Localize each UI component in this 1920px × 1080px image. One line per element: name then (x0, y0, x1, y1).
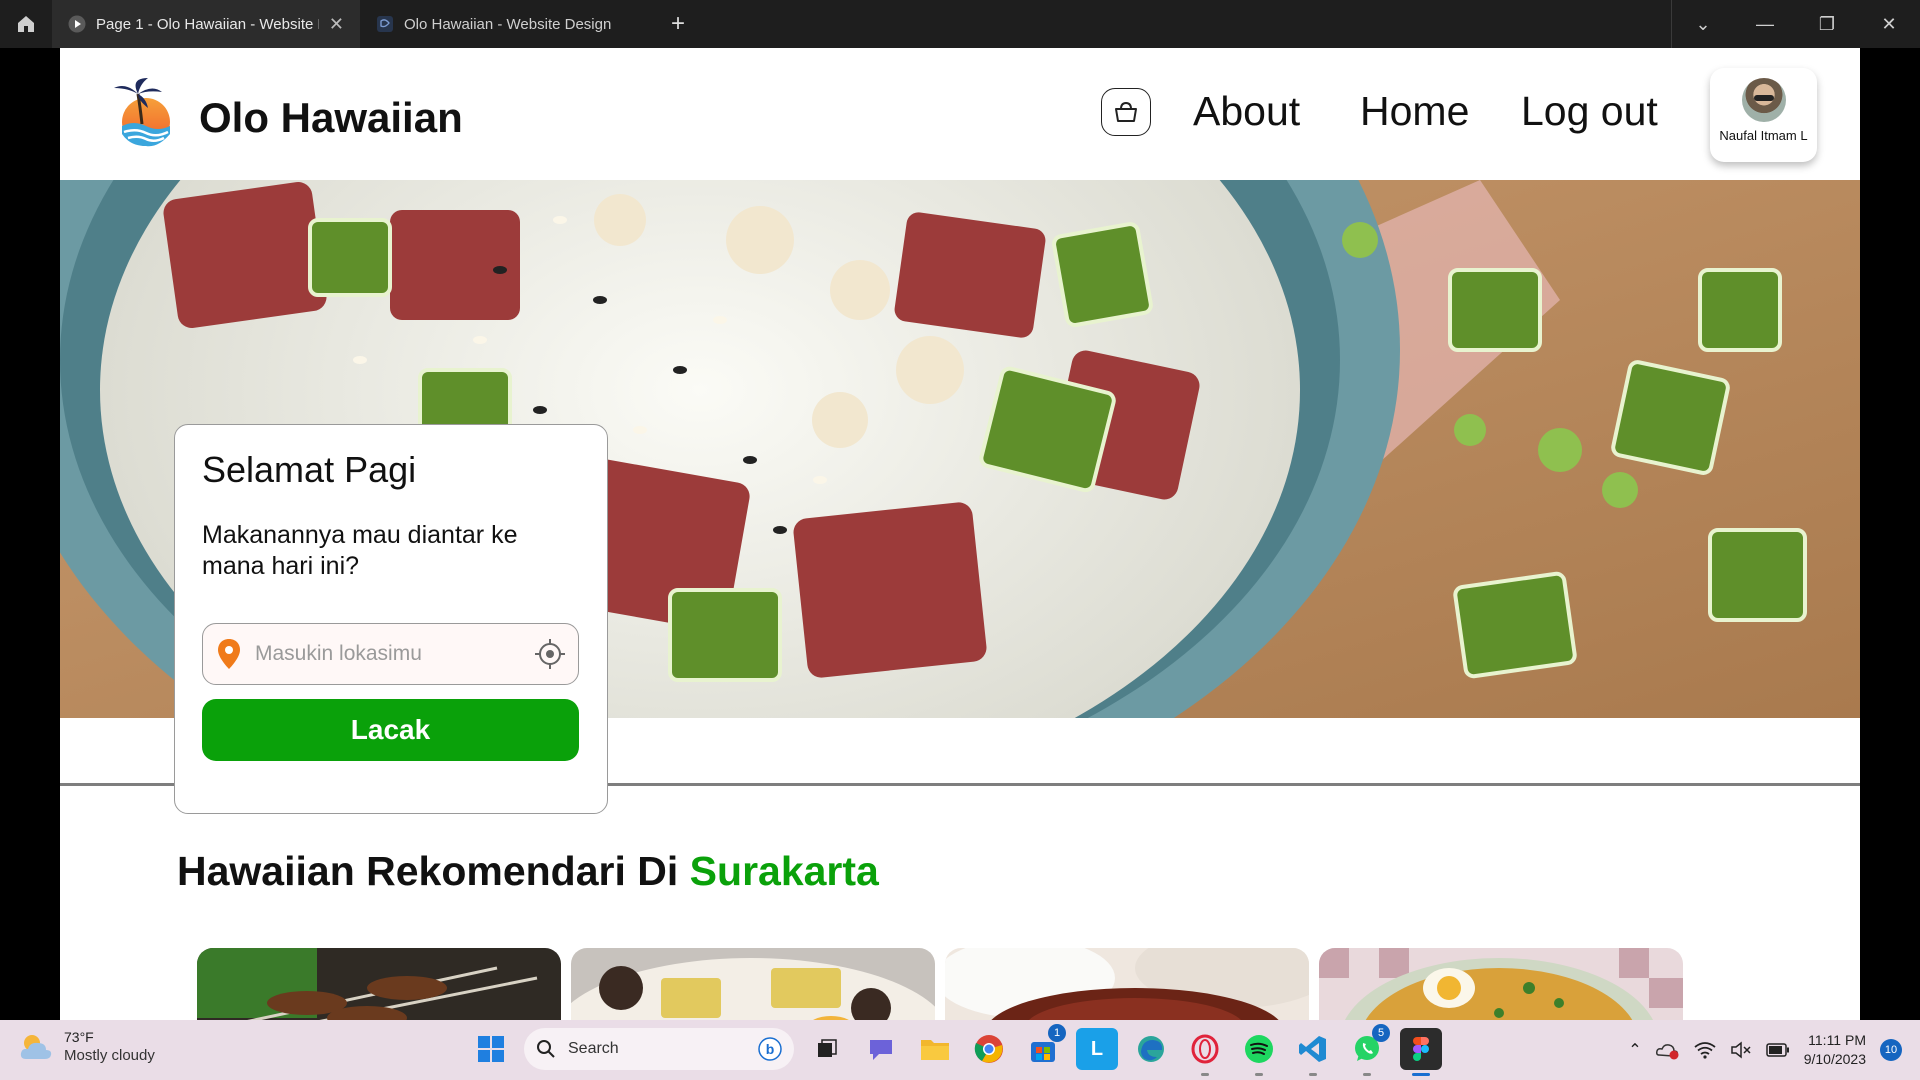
nav-about[interactable]: About (1193, 88, 1300, 135)
location-input[interactable] (255, 642, 525, 666)
weather-temp: 73°F (64, 1029, 94, 1045)
cart-button[interactable] (1101, 88, 1151, 136)
site-header: Olo Hawaiian About Home Log out Naufal I… (60, 48, 1860, 180)
location-pin-icon (218, 639, 240, 669)
heading-text: Hawaiian Rekomendari Di (177, 848, 690, 894)
food-card-row (197, 948, 1683, 1020)
brand-name: Olo Hawaiian (199, 94, 463, 141)
edge-icon[interactable] (1130, 1028, 1172, 1070)
l-app-icon[interactable]: L (1076, 1028, 1118, 1070)
food-card-gado[interactable] (571, 948, 935, 1020)
taskbar-apps: Search b 1 L 5 (470, 1024, 1442, 1076)
prototype-canvas: Olo Hawaiian About Home Log out Naufal I… (60, 48, 1860, 1020)
city-name: Surakarta (689, 848, 879, 894)
location-field[interactable] (202, 623, 579, 685)
running-indicator (1255, 1073, 1263, 1076)
figma-icon[interactable] (1400, 1028, 1442, 1076)
nav-home[interactable]: Home (1360, 88, 1469, 135)
store-badge: 1 (1048, 1024, 1066, 1042)
chat-icon[interactable] (860, 1028, 902, 1070)
search-placeholder: Search (568, 1040, 619, 1057)
task-view-icon[interactable] (806, 1028, 848, 1070)
location-card: Selamat Pagi Makanannya mau diantar ke m… (174, 424, 608, 814)
recommendation-heading: Hawaiian Rekomendari Di Surakarta (177, 848, 879, 895)
new-tab-button[interactable]: + (650, 0, 706, 48)
start-button[interactable] (470, 1028, 512, 1070)
home-button[interactable] (0, 0, 52, 48)
minimize-icon[interactable]: — (1734, 0, 1796, 48)
window-tab-bar: Page 1 - Olo Hawaiian - Website De ✕ Olo… (0, 0, 1920, 48)
volume-muted-icon[interactable] (1730, 1041, 1752, 1059)
file-explorer-icon[interactable] (914, 1028, 956, 1070)
figma-file-icon (377, 16, 393, 32)
food-card-satay[interactable] (197, 948, 561, 1020)
vscode-icon[interactable] (1292, 1028, 1334, 1076)
clock-date: 9/10/2023 (1803, 1051, 1866, 1067)
clock-time: 11:11 PM (1808, 1032, 1866, 1048)
weather-widget[interactable]: 73°F Mostly cloudy (18, 1028, 155, 1065)
food-card-soup[interactable] (1319, 948, 1683, 1020)
active-indicator (1412, 1073, 1430, 1076)
logo-icon[interactable] (108, 76, 180, 148)
profile-card[interactable]: Naufal Itmam L (1710, 68, 1817, 162)
window-controls: ⌄ — ❐ ✕ (1671, 0, 1920, 48)
running-indicator (1309, 1073, 1317, 1076)
food-card-grilled[interactable] (945, 948, 1309, 1020)
search-icon (537, 1040, 555, 1058)
tab-title: Olo Hawaiian - Website Design (404, 15, 612, 33)
weather-condition: Mostly cloudy (64, 1047, 155, 1064)
store-icon[interactable]: 1 (1022, 1024, 1066, 1070)
wifi-icon[interactable] (1694, 1041, 1716, 1059)
profile-name: Naufal Itmam L (1719, 128, 1808, 143)
whatsapp-badge: 5 (1372, 1024, 1390, 1042)
greeting-subtitle: Makanannya mau diantar ke mana hari ini? (202, 521, 518, 580)
chrome-icon[interactable] (968, 1028, 1010, 1070)
tab-page-1[interactable]: Page 1 - Olo Hawaiian - Website De ✕ (52, 0, 360, 48)
running-indicator (1363, 1073, 1371, 1076)
svg-text:b: b (766, 1041, 775, 1057)
close-tab-icon[interactable]: ✕ (329, 14, 344, 35)
taskbar-search[interactable]: Search b (524, 1028, 794, 1070)
restore-icon[interactable]: ❐ (1796, 0, 1858, 48)
opera-icon[interactable] (1184, 1028, 1226, 1076)
track-button[interactable]: Lacak (202, 699, 579, 761)
system-tray: ⌃ 11:11 PM 9/10/2023 10 (1628, 1020, 1920, 1080)
play-icon (68, 15, 86, 33)
battery-icon[interactable] (1765, 1043, 1790, 1057)
home-icon (18, 16, 34, 32)
crosshair-icon[interactable] (534, 638, 566, 670)
chevron-down-icon[interactable]: ⌄ (1672, 0, 1734, 48)
close-window-icon[interactable]: ✕ (1858, 0, 1920, 48)
spotify-icon[interactable] (1238, 1028, 1280, 1076)
whatsapp-icon[interactable]: 5 (1346, 1024, 1390, 1076)
running-indicator (1201, 1073, 1209, 1076)
avatar (1741, 78, 1786, 122)
clock[interactable]: 11:11 PM 9/10/2023 (1804, 1031, 1866, 1069)
windows-icon (478, 1036, 504, 1062)
cloudy-weather-icon (20, 1034, 52, 1059)
taskbar: 73°F Mostly cloudy Search b 1 L 5 ⌃ 11:1… (0, 1020, 1920, 1080)
greeting-title: Selamat Pagi (202, 449, 417, 490)
tab-design-file[interactable]: Olo Hawaiian - Website Design (360, 0, 650, 48)
nav-logout[interactable]: Log out (1521, 88, 1658, 135)
notification-badge[interactable]: 10 (1880, 1039, 1902, 1061)
chevron-up-icon[interactable]: ⌃ (1628, 1040, 1641, 1060)
bing-icon: b (758, 1037, 782, 1061)
onedrive-error-icon[interactable] (1655, 1040, 1680, 1060)
tab-title: Page 1 - Olo Hawaiian - Website De (96, 15, 319, 33)
basket-icon (1115, 101, 1137, 122)
